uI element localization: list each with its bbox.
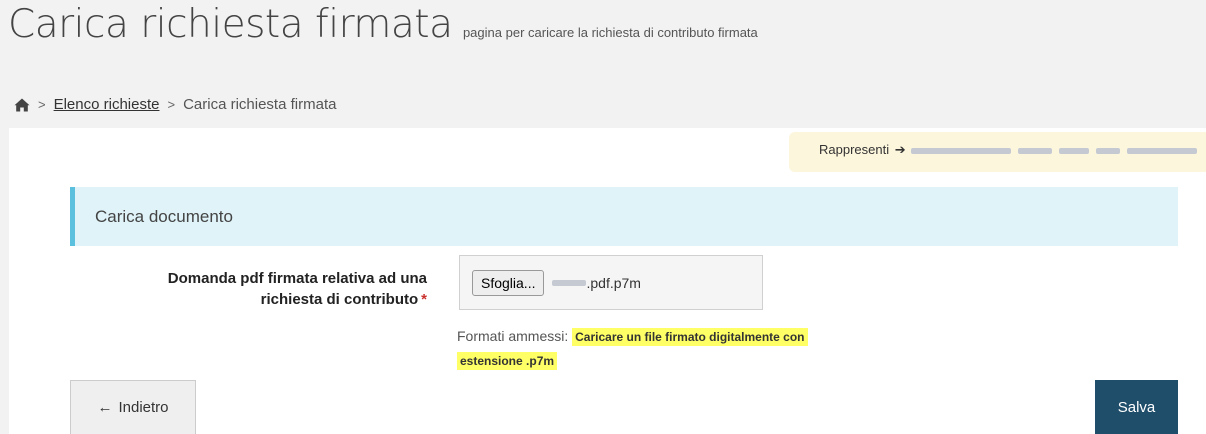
- file-extension: .pdf.p7m: [586, 274, 641, 291]
- arrow-right-icon: ➔: [894, 142, 906, 157]
- help-highlight-line2: estensione .p7m: [457, 352, 558, 370]
- blurred-filename: [552, 279, 587, 286]
- page-header: Carica richiesta firmata pagina per cari…: [8, 2, 758, 47]
- save-button[interactable]: Salva: [1095, 380, 1178, 434]
- help-highlight-line1: Caricare un file firmato digitalmente co…: [572, 328, 808, 346]
- field-label: Domanda pdf firmata relativa ad una rich…: [79, 268, 427, 310]
- field-label-line2: richiesta di contributo: [260, 291, 419, 308]
- breadcrumb-separator-icon: >: [38, 97, 46, 112]
- page-subtitle: pagina per caricare la richiesta di cont…: [462, 25, 758, 40]
- home-icon[interactable]: [14, 97, 30, 113]
- rappresenti-label: Rappresenti: [819, 142, 890, 157]
- arrow-left-icon: ←: [97, 399, 113, 416]
- file-upload-field[interactable]: Sfoglia... .pdf.p7m: [459, 255, 763, 310]
- help-text: Formati ammessi: Caricare un file firmat…: [457, 325, 897, 373]
- field-label-line1: Domanda pdf firmata relativa ad una: [167, 270, 427, 287]
- back-button-label: Indietro: [118, 399, 169, 416]
- save-button-label: Salva: [1117, 398, 1156, 416]
- breadcrumb: > Elenco richieste > Carica richiesta fi…: [14, 96, 336, 113]
- back-button[interactable]: ← Indietro: [70, 380, 196, 434]
- breadcrumb-separator-icon: >: [167, 97, 176, 112]
- section-header: Carica documento: [70, 187, 1178, 246]
- blurred-name: [911, 142, 1204, 157]
- browse-button[interactable]: Sfoglia...: [472, 269, 545, 296]
- rappresenti-banner: Rappresenti ➔: [789, 132, 1206, 172]
- page-title: Carica richiesta firmata: [8, 2, 453, 47]
- required-marker: *: [421, 291, 427, 308]
- section-title: Carica documento: [95, 207, 233, 226]
- breadcrumb-link-elenco-richieste[interactable]: Elenco richieste: [54, 96, 160, 113]
- help-prefix: Formati ammessi:: [457, 328, 569, 344]
- selected-file-name: .pdf.p7m: [552, 274, 641, 291]
- main-panel: Rappresenti ➔ Carica documento Domanda p…: [9, 128, 1206, 434]
- breadcrumb-current: Carica richiesta firmata: [183, 96, 337, 113]
